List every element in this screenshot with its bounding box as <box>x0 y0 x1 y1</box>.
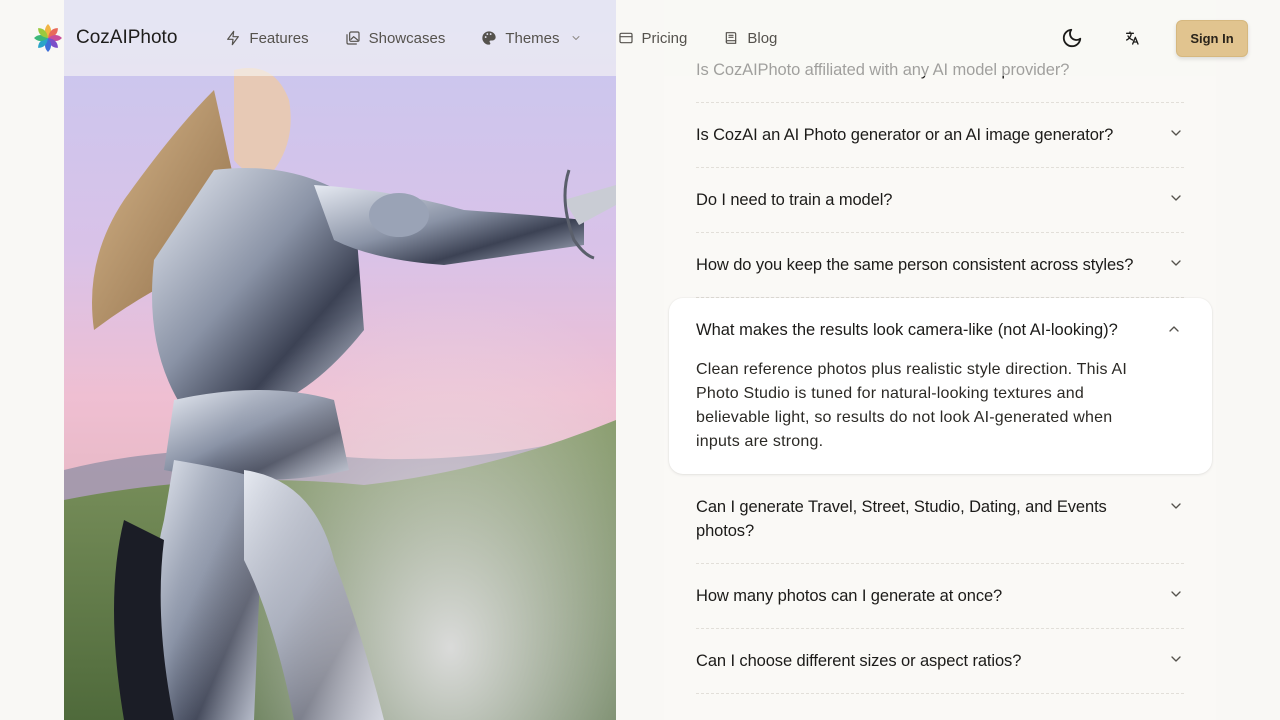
chevron-down-icon <box>1168 498 1184 514</box>
faq-item[interactable]: How many photos can I generate at once? <box>696 564 1184 629</box>
nav-themes-label: Themes <box>505 29 560 47</box>
nav-showcases[interactable]: Showcases <box>327 22 464 55</box>
faq-question: How do you keep the same person consiste… <box>696 256 1134 274</box>
chevron-down-icon <box>1168 651 1184 667</box>
faq-question: Is CozAI an AI Photo generator or an AI … <box>696 126 1114 144</box>
sign-in-button[interactable]: Sign In <box>1176 19 1248 57</box>
faq-item[interactable]: Is CozAI an AI Photo generator or an AI … <box>696 103 1184 168</box>
nav-features[interactable]: Features <box>207 22 326 55</box>
faq-question: Do I need to train a model? <box>696 191 893 209</box>
credit-card-icon <box>618 32 633 44</box>
chevron-down-icon <box>1168 255 1184 271</box>
moon-icon <box>1062 28 1082 48</box>
faq-item[interactable]: How do you keep the same person consiste… <box>696 233 1184 298</box>
brand-name: CozAIPhoto <box>76 27 178 48</box>
nav-features-label: Features <box>249 29 309 47</box>
nav-blog-label: Blog <box>747 29 778 47</box>
chevron-down-icon <box>1168 190 1184 206</box>
language-switch-button[interactable] <box>1112 18 1152 58</box>
theme-toggle-button[interactable] <box>1052 18 1092 58</box>
faq-question: How many photos can I generate at once? <box>696 587 1003 605</box>
faq-item[interactable]: Do I need to train a model? <box>696 168 1184 233</box>
faq-item[interactable]: Can I generate Travel, Street, Studio, D… <box>696 474 1184 564</box>
main-nav: Features Showcases Themes Pricing Blog <box>207 22 795 55</box>
chevron-down-icon <box>1168 125 1184 141</box>
book-icon <box>726 32 737 44</box>
faq-question: Can I choose different sizes or aspect r… <box>696 652 1022 670</box>
chevron-up-icon <box>1166 321 1182 342</box>
header-actions: Sign In <box>1052 18 1248 58</box>
nav-blog[interactable]: Blog <box>705 22 795 55</box>
chevron-down-icon <box>572 36 579 40</box>
palette-icon <box>482 31 496 45</box>
faq-answer: Clean reference photos plus realistic st… <box>696 361 1127 450</box>
brand-home-link[interactable]: CozAIPhoto <box>32 22 177 54</box>
faq-item[interactable]: Can I choose different sizes or aspect r… <box>696 629 1184 694</box>
faq-question: What makes the results look camera-like … <box>696 321 1118 339</box>
nav-themes-dropdown[interactable]: Themes <box>463 22 599 55</box>
nav-pricing[interactable]: Pricing <box>600 22 706 55</box>
brand-logo-icon <box>34 24 62 52</box>
images-icon <box>346 31 360 45</box>
translate-icon <box>1126 31 1139 45</box>
faq-item-expanded[interactable]: What makes the results look camera-like … <box>669 298 1212 474</box>
nav-pricing-label: Pricing <box>641 29 688 47</box>
chevron-down-icon <box>1168 586 1184 602</box>
lightning-icon <box>227 30 240 46</box>
nav-showcases-label: Showcases <box>368 29 446 47</box>
showcase-photo-knight <box>64 0 616 720</box>
top-navigation-bar: CozAIPhoto Features Showcases Themes Pri… <box>0 0 1280 76</box>
faq-question: Can I generate Travel, Street, Studio, D… <box>696 498 1107 540</box>
